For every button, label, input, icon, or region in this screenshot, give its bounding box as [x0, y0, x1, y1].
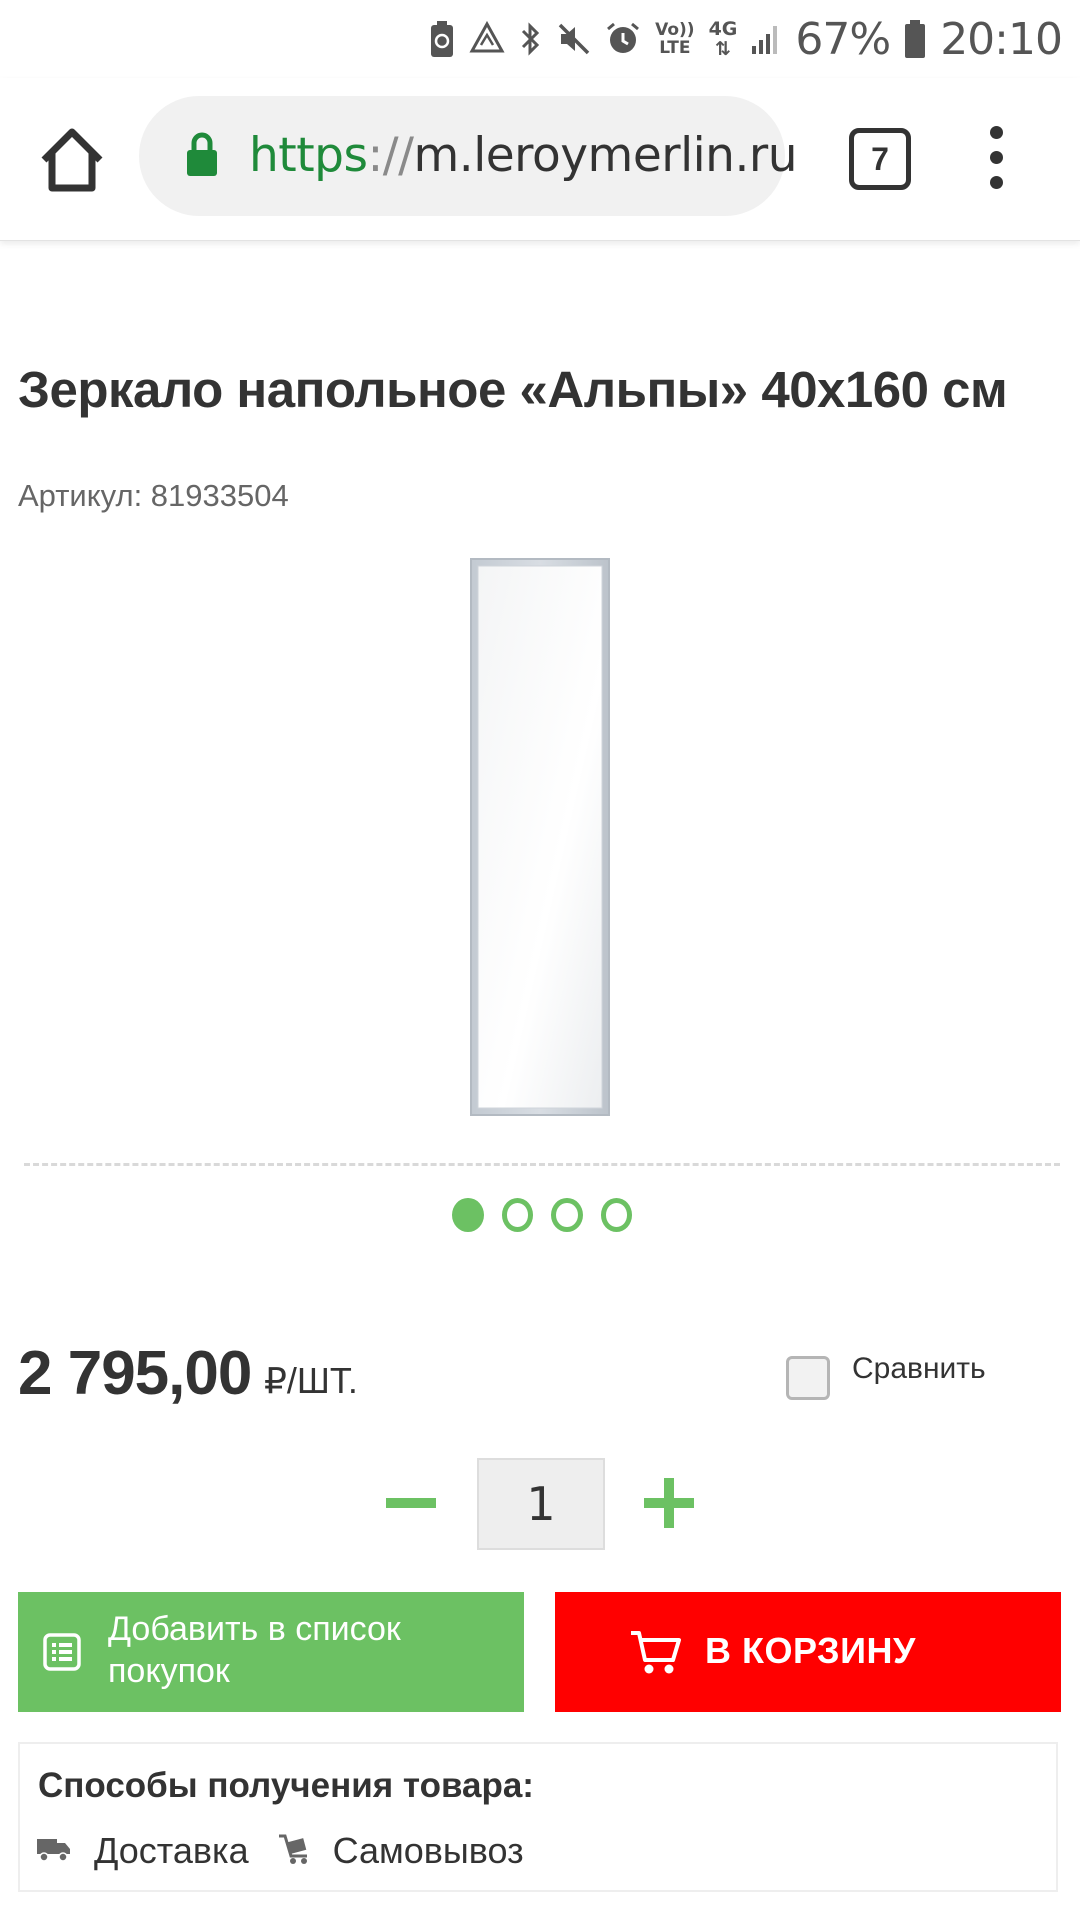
- price-unit: ₽/ШТ.: [264, 1360, 358, 1401]
- quantity-decrease-button[interactable]: [386, 1484, 436, 1524]
- gallery-dot[interactable]: [551, 1198, 583, 1232]
- battery-icon: [905, 20, 926, 58]
- volte-bottom-text: LTE: [659, 38, 691, 58]
- truck-icon: [36, 1836, 72, 1867]
- data-arrows-icon: ⇅: [715, 38, 731, 60]
- lock-icon: [186, 132, 218, 183]
- quantity-input[interactable]: 1: [477, 1458, 605, 1550]
- gallery-dot[interactable]: [501, 1198, 533, 1232]
- compare-checkbox[interactable]: [786, 1356, 830, 1400]
- menu-icon[interactable]: [982, 126, 1010, 196]
- volte-top-text: Vo)): [655, 20, 695, 40]
- home-button[interactable]: [36, 124, 108, 196]
- bluetooth-icon: [522, 22, 540, 56]
- gallery-divider: [24, 1163, 1060, 1166]
- data-saver-icon: [469, 21, 505, 53]
- compare-label[interactable]: Сравнить: [852, 1352, 986, 1386]
- url-scheme: https: [249, 128, 368, 183]
- battery-saver-icon: [431, 21, 454, 57]
- mute-icon: [558, 23, 590, 55]
- url-text: https://m.leroymerlin.ru: [249, 123, 798, 189]
- delivery-options-row: Доставка Самовывоз: [36, 1830, 524, 1872]
- mirror-image[interactable]: [470, 558, 610, 1116]
- volte-icon: Vo)) LTE: [655, 21, 694, 57]
- home-icon: [41, 128, 103, 192]
- browser-toolbar: https://m.leroymerlin.ru 7: [0, 78, 1080, 241]
- status-bar: Vo)) LTE 4G ⇅ 67% 20:10: [0, 0, 1080, 78]
- add-to-list-label: Добавить в список покупок: [108, 1610, 401, 1690]
- url-host: m.leroymerlin.ru: [413, 128, 798, 183]
- price: 2 795,00: [18, 1339, 252, 1408]
- url-separator: ://: [367, 128, 414, 183]
- delivery-options-panel: Способы получения товара: Доставка Самов…: [18, 1742, 1058, 1892]
- delivery-option-delivery[interactable]: Доставка: [94, 1830, 249, 1872]
- pickup-cart-icon: [277, 1832, 311, 1871]
- add-to-list-button[interactable]: Добавить в список покупок: [18, 1592, 524, 1712]
- address-bar[interactable]: https://m.leroymerlin.ru: [139, 96, 798, 216]
- shopping-list-icon: [42, 1632, 82, 1677]
- cart-icon: [629, 1628, 681, 1681]
- add-to-cart-label: В КОРЗИНУ: [705, 1630, 916, 1671]
- gallery-dot[interactable]: [600, 1198, 632, 1232]
- tab-switcher-button[interactable]: 7: [849, 128, 911, 190]
- add-to-cart-button[interactable]: В КОРЗИНУ: [555, 1592, 1061, 1712]
- alarm-icon: [607, 22, 640, 53]
- signal-icon: [752, 26, 778, 54]
- clock: 20:10: [940, 13, 1063, 65]
- product-title: Зеркало напольное «Альпы» 40x160 см: [18, 361, 1008, 418]
- delivery-option-pickup[interactable]: Самовывоз: [333, 1830, 524, 1872]
- network-4g-icon: 4G ⇅: [709, 19, 738, 59]
- gallery-dot[interactable]: [452, 1198, 484, 1232]
- delivery-title: Способы получения товара:: [38, 1766, 534, 1805]
- gallery-pagination: [452, 1198, 632, 1232]
- network-type-text: 4G: [708, 18, 738, 40]
- product-sku: Артикул: 81933504: [18, 478, 289, 513]
- battery-percent: 67%: [795, 13, 891, 65]
- quantity-increase-button[interactable]: [644, 1478, 694, 1528]
